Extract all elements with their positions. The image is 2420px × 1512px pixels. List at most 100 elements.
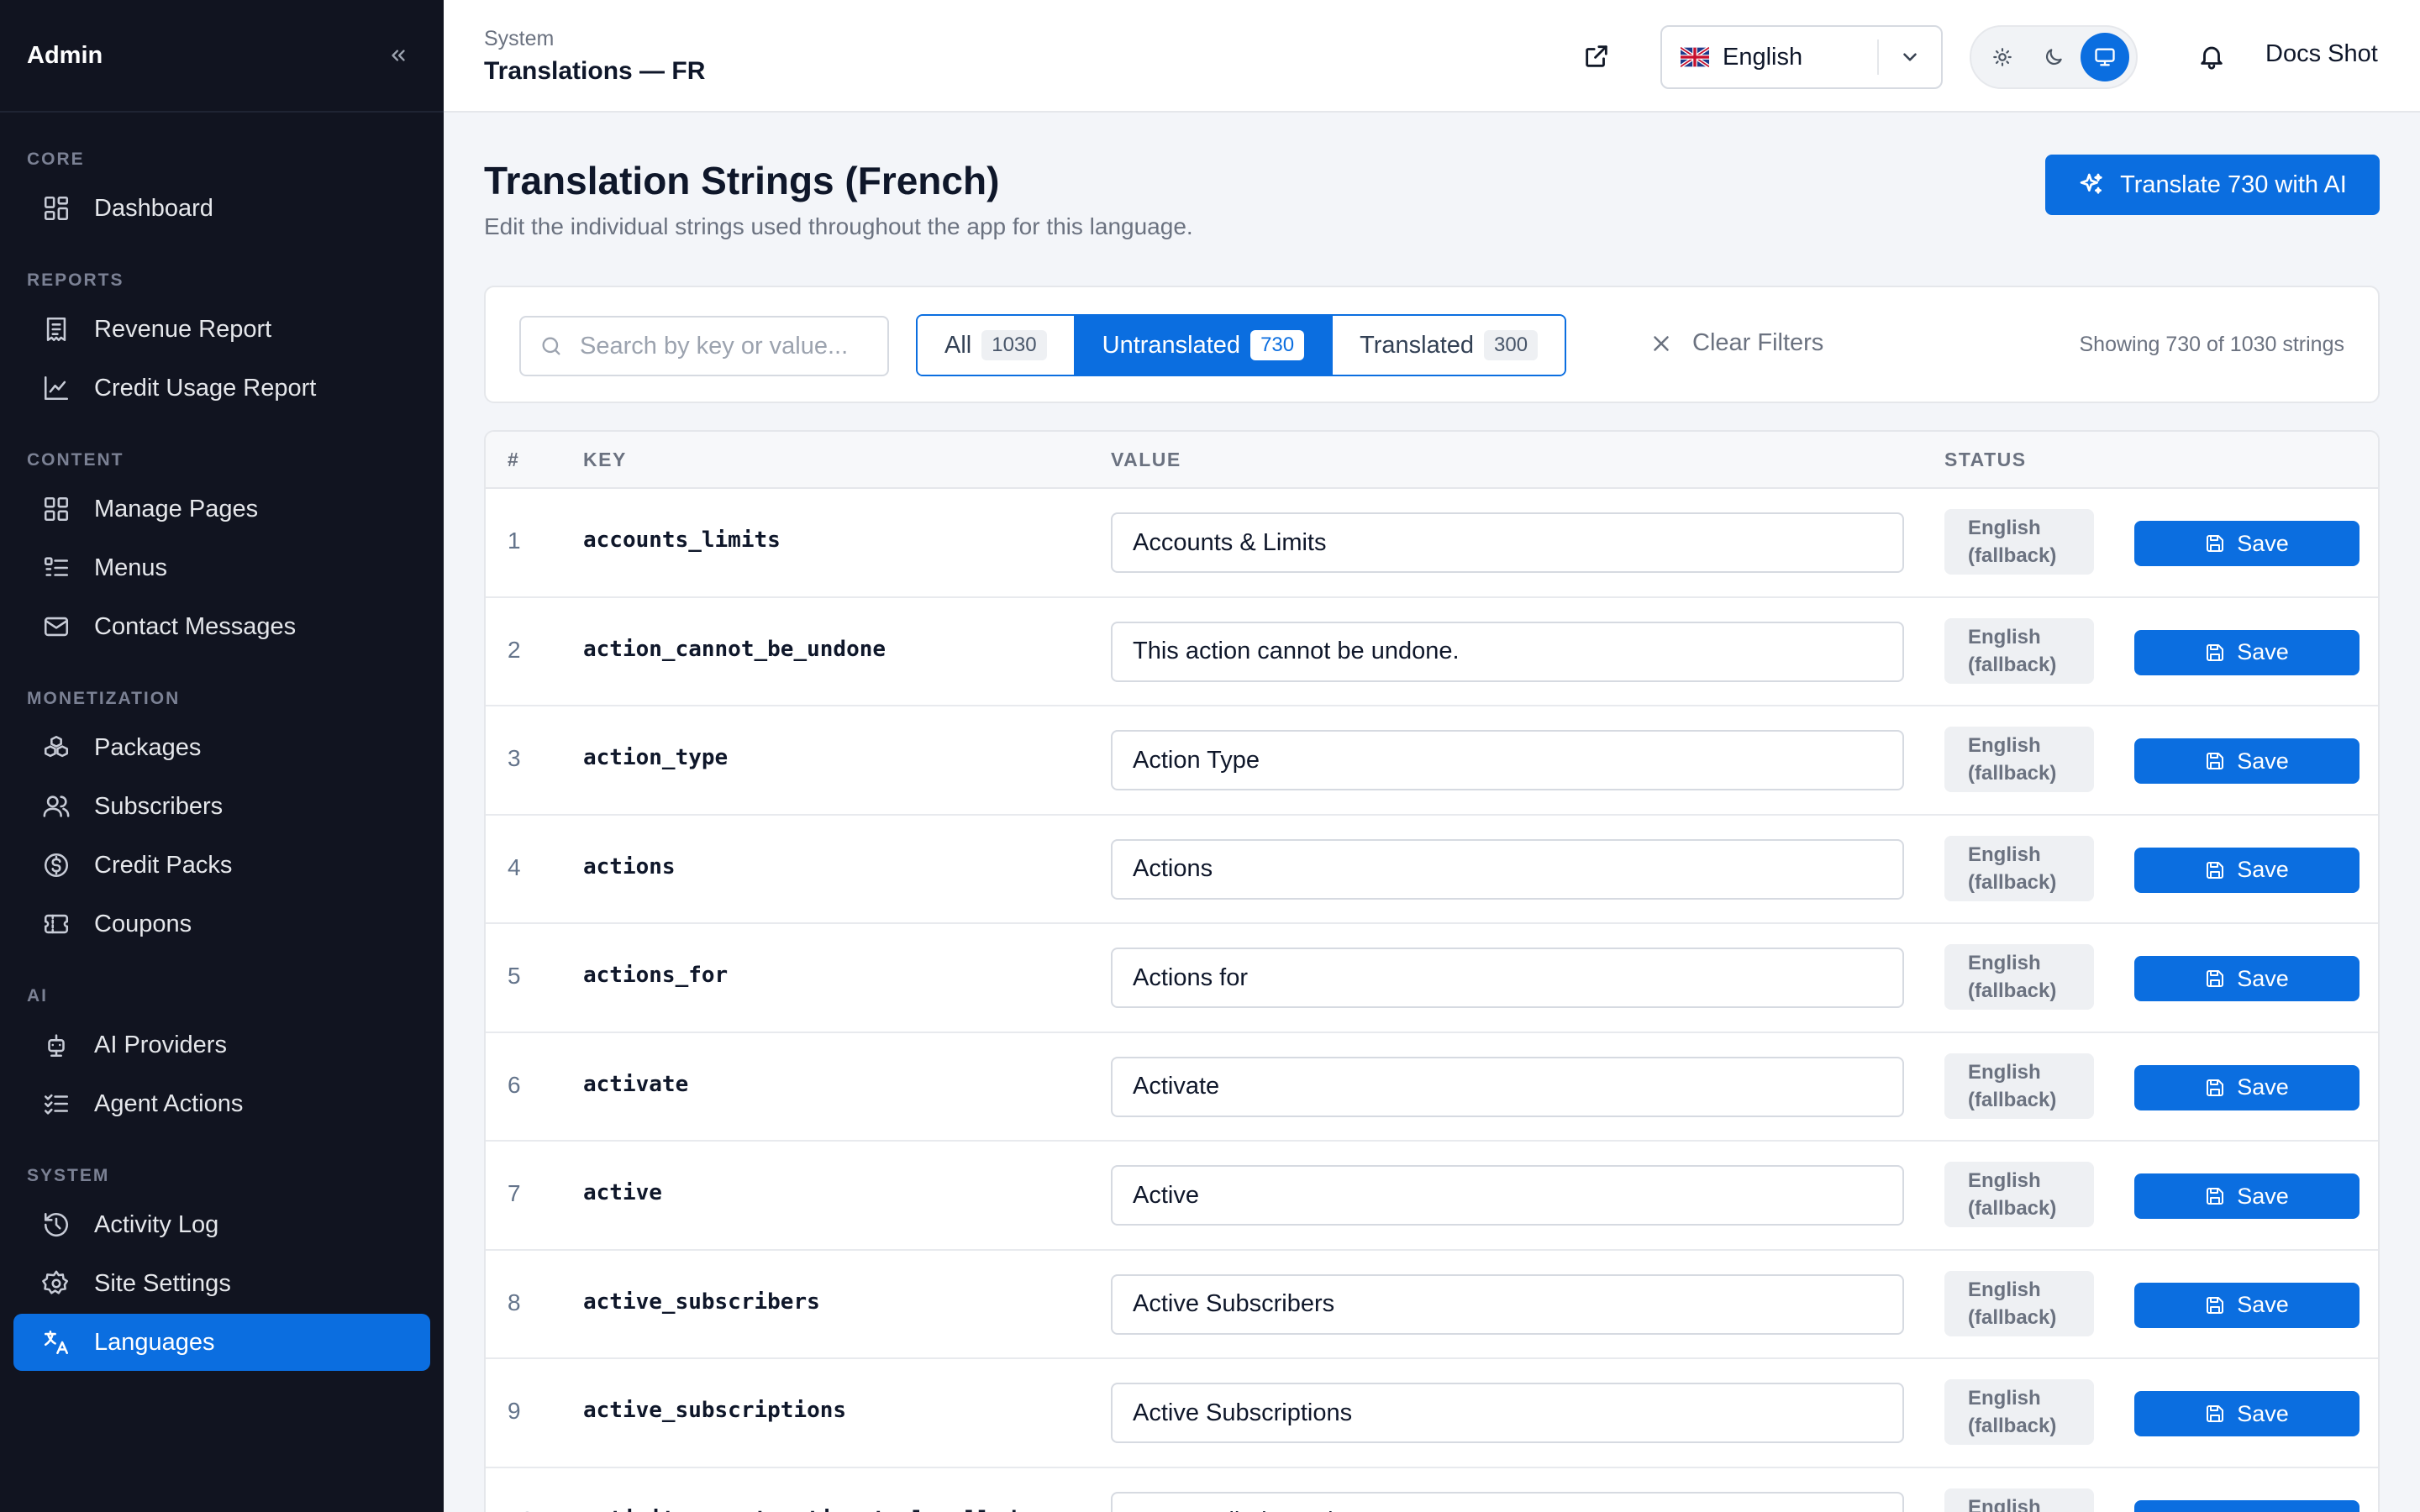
translation-value-input[interactable] (1111, 512, 1904, 573)
sidebar-item-agent-actions[interactable]: Agent Actions (13, 1075, 430, 1132)
status-badge: English (fallback) (1944, 1053, 2094, 1119)
status-line: English (1968, 1169, 2041, 1192)
search-input[interactable] (580, 332, 882, 360)
save-button[interactable]: Save (2134, 1173, 2360, 1219)
status-line: (fallback) (1968, 870, 2057, 894)
save-label: Save (2237, 1292, 2289, 1317)
sidebar-item-credit-usage-report[interactable]: Credit Usage Report (13, 360, 430, 417)
table-row: 8 active_subscribers English (fallback) Save (486, 1251, 2378, 1359)
sidebar-item-coupons[interactable]: Coupons (13, 895, 430, 953)
save-button[interactable]: Save (2134, 1064, 2360, 1110)
translate-with-ai-button[interactable]: Translate 730 with AI (2045, 155, 2380, 215)
tab-untranslated[interactable]: Untranslated 730 (1073, 316, 1332, 375)
boxes-icon (42, 733, 71, 762)
sidebar-item-site-settings[interactable]: Site Settings (13, 1255, 430, 1312)
translation-value-input[interactable] (1111, 621, 1904, 682)
save-label: Save (2237, 1074, 2289, 1100)
chevron-down-icon[interactable] (1879, 46, 1941, 68)
sidebar-item-dashboard[interactable]: Dashboard (13, 180, 430, 237)
dollar-icon (42, 851, 71, 879)
sidebar-item-label: Subscribers (94, 792, 224, 820)
system-theme-button[interactable] (2081, 33, 2130, 81)
table-row: 9 active_subscriptions English (fallback) Sa… (486, 1359, 2378, 1468)
sidebar-section: CONTENT Manage Pages Menus Contact Messages (0, 447, 444, 655)
sidebar-item-subscribers[interactable]: Subscribers (13, 778, 430, 835)
breadcrumb[interactable]: System (484, 27, 554, 51)
translation-value-input[interactable] (1111, 838, 1904, 900)
translations-table: # KEY VALUE STATUS 1 accounts_limits Engli… (484, 430, 2380, 1512)
save-label: Save (2237, 1400, 2289, 1426)
sidebar-item-ai-providers[interactable]: AI Providers (13, 1016, 430, 1074)
sidebar-item-label: Revenue Report (94, 315, 272, 343)
page-subtitle: Edit the individual strings used through… (484, 213, 1193, 239)
save-label: Save (2237, 639, 2289, 664)
sidebar-item-revenue-report[interactable]: Revenue Report (13, 301, 430, 358)
save-button[interactable]: Save (2134, 1499, 2360, 1512)
status-line: (fallback) (1968, 1197, 2057, 1220)
sidebar-title: Admin (27, 41, 103, 69)
external-link-icon[interactable] (1578, 38, 1615, 75)
translation-value-input[interactable] (1111, 1383, 1904, 1443)
clear-filters-button[interactable]: Clear Filters (1649, 329, 1823, 357)
translation-value-input[interactable] (1111, 948, 1904, 1008)
count-badge: 730 (1250, 330, 1305, 360)
row-number: 9 (508, 1398, 521, 1424)
translation-key: activity_agent_action_tool_called (583, 1507, 1018, 1512)
theme-switcher (1970, 25, 2138, 89)
sidebar-header: Admin (0, 0, 444, 113)
column-header-value: VALUE (1111, 449, 1181, 470)
tab-translated[interactable]: Translated 300 (1331, 316, 1565, 375)
search-box[interactable] (519, 316, 889, 376)
sidebar-item-credit-packs[interactable]: Credit Packs (13, 837, 430, 894)
user-menu[interactable]: Docs Shot (2265, 40, 2378, 68)
language-select[interactable]: English (1660, 25, 1943, 89)
page-breadcrumb-title: Translations — FR (484, 57, 706, 85)
sidebar-section: SYSTEM Activity Log Site Settings Languages (0, 1163, 444, 1371)
close-icon (1649, 331, 1674, 356)
checklist-icon (42, 1089, 71, 1118)
column-header-number: # (508, 449, 520, 470)
translation-value-input[interactable] (1111, 1165, 1904, 1226)
sidebar-section-title: SYSTEM (27, 1166, 110, 1185)
count-badge: 300 (1484, 330, 1539, 360)
save-button[interactable]: Save (2134, 956, 2360, 1001)
sidebar-item-label: Languages (94, 1328, 215, 1356)
grid-icon (42, 495, 71, 523)
collapse-sidebar-icon[interactable] (380, 37, 417, 74)
sidebar-item-languages[interactable]: Languages (13, 1314, 430, 1371)
sidebar: Admin CORE Dashboard REPORTS Revenue Report… (0, 0, 444, 1512)
translation-key: action_type (583, 745, 729, 770)
bell-icon[interactable] (2193, 38, 2230, 75)
save-button[interactable]: Save (2134, 1391, 2360, 1436)
sidebar-item-activity-log[interactable]: Activity Log (13, 1196, 430, 1253)
sidebar-item-manage-pages[interactable]: Manage Pages (13, 480, 430, 538)
status-line: (fallback) (1968, 1088, 2057, 1111)
light-theme-button[interactable] (1978, 33, 2027, 81)
save-button[interactable]: Save (2134, 629, 2360, 675)
tab-all[interactable]: All 1030 (918, 316, 1074, 375)
status-badge: English (fallback) (1944, 1379, 2094, 1445)
translation-value-input[interactable] (1111, 1273, 1904, 1335)
status-badge: English (fallback) (1944, 1270, 2094, 1336)
translation-value-input[interactable] (1111, 1056, 1904, 1117)
sidebar-section: MONETIZATION Packages Subscribers Credit Pa… (0, 685, 444, 953)
sidebar-item-contact-messages[interactable]: Contact Messages (13, 598, 430, 655)
save-label: Save (2237, 857, 2289, 882)
translation-value-input[interactable] (1111, 730, 1904, 790)
sidebar-section-title: REPORTS (27, 270, 124, 290)
top-bar: System Translations — FR English Docs Sh (444, 0, 2420, 113)
status-line: (fallback) (1968, 544, 2057, 567)
page-title: Translation Strings (French) (484, 159, 1000, 202)
save-button[interactable]: Save (2134, 1282, 2360, 1328)
save-button[interactable]: Save (2134, 738, 2360, 784)
sidebar-item-menus[interactable]: Menus (13, 539, 430, 596)
translation-value-input[interactable] (1111, 1491, 1904, 1512)
sidebar-section-title: AI (27, 986, 48, 1005)
save-button[interactable]: Save (2134, 847, 2360, 893)
ticket-icon (42, 910, 71, 938)
row-number: 4 (508, 853, 521, 880)
save-button[interactable]: Save (2134, 521, 2360, 566)
sidebar-item-packages[interactable]: Packages (13, 719, 430, 776)
dark-theme-button[interactable] (2029, 33, 2078, 81)
sidebar-item-label: Site Settings (94, 1269, 231, 1297)
